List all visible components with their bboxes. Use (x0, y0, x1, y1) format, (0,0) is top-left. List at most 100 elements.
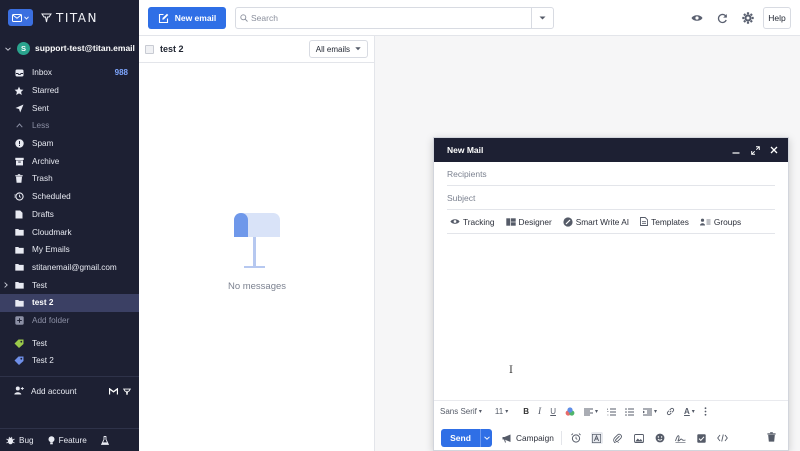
indent-icon[interactable]: ▾ (643, 408, 657, 416)
bug-label: Bug (19, 435, 34, 445)
sidebar-label-test[interactable]: Test (0, 334, 139, 352)
help-button[interactable]: Help (763, 7, 791, 29)
tracking-button[interactable]: Tracking (450, 217, 495, 227)
sidebar-item-test[interactable]: Test (0, 276, 139, 294)
color-palette-icon[interactable] (565, 407, 575, 416)
underline-icon[interactable]: U (550, 407, 556, 416)
alarm-clock-icon[interactable] (570, 432, 582, 444)
send-options-button[interactable] (480, 429, 492, 447)
bold-icon[interactable]: B (523, 407, 529, 416)
refresh-icon[interactable] (715, 11, 729, 25)
folder-label: Sent (32, 103, 49, 113)
sidebar-item-stitanemail[interactable]: stitanemail@gmail.com (0, 259, 139, 277)
folder-icon (14, 298, 24, 308)
sidebar-item-archive[interactable]: Archive (0, 152, 139, 170)
folder-label: Inbox (32, 68, 53, 78)
signature-font-icon[interactable] (590, 432, 603, 444)
sidebar-item-test-2[interactable]: test 2 (0, 293, 139, 312)
account-switcher[interactable]: S support-test@titan.email (0, 37, 139, 59)
close-icon[interactable] (769, 145, 779, 155)
caret-down-icon (355, 47, 361, 51)
send-button[interactable]: Send (441, 429, 480, 447)
smart-write-button[interactable]: Smart Write AI (563, 217, 629, 227)
align-icon[interactable]: ▾ (583, 408, 598, 416)
settings-gear-icon[interactable] (741, 11, 755, 25)
sidebar-item-my-emails[interactable]: My Emails (0, 241, 139, 259)
minimize-icon[interactable] (731, 145, 741, 155)
code-icon[interactable] (717, 432, 729, 444)
sidebar-item-spam[interactable]: Spam (0, 135, 139, 153)
chevron-down-icon (4, 44, 12, 53)
sidebar-item-drafts[interactable]: Drafts (0, 206, 139, 224)
folder-title: test 2 (160, 44, 184, 54)
bullet-list-icon[interactable] (625, 407, 634, 416)
checkbox-icon[interactable] (696, 432, 708, 444)
tool-label: Smart Write AI (575, 216, 630, 227)
chevron-right-icon[interactable] (4, 281, 8, 290)
sidebar-item-cloudmark[interactable]: Cloudmark (0, 223, 139, 241)
campaign-button[interactable]: Campaign (502, 433, 554, 443)
designer-button[interactable]: Designer (505, 216, 552, 227)
link-icon[interactable] (666, 407, 675, 416)
new-email-button[interactable]: New email (148, 7, 226, 29)
image-icon[interactable] (633, 432, 645, 444)
groups-button[interactable]: Groups (699, 217, 741, 227)
sidebar-item-inbox[interactable]: Inbox 988 (0, 64, 139, 82)
font-size-value: 11 (494, 407, 504, 416)
numbered-list-icon[interactable] (607, 408, 616, 416)
tag-icon (14, 338, 24, 348)
recipients-input[interactable] (447, 168, 775, 179)
attachment-icon[interactable] (612, 432, 624, 444)
report-bug-button[interactable]: Bug (6, 436, 34, 445)
sidebar: TITAN S support-test@titan.email Inbox 9… (0, 0, 139, 451)
add-account-button[interactable]: Add account (0, 383, 139, 401)
subject-input[interactable] (447, 192, 775, 203)
compose-header: New Mail (434, 138, 788, 162)
add-user-icon (14, 386, 24, 397)
email-filter-dropdown[interactable]: All emails (308, 40, 368, 58)
folder-label: Archive (32, 156, 60, 166)
eye-icon[interactable] (690, 11, 704, 25)
sidebar-header: TITAN (0, 0, 139, 35)
compose-footer: Send Campaign (434, 426, 788, 450)
compose-body[interactable]: I (434, 234, 788, 396)
eye-icon (450, 219, 460, 224)
sidebar-item-scheduled[interactable]: Scheduled (0, 188, 139, 206)
empty-state: No messages (139, 211, 375, 292)
plus-icon (14, 315, 24, 325)
logo-text: TITAN (56, 10, 98, 25)
discard-draft-icon[interactable] (767, 432, 776, 444)
top-bar: New email Help (139, 0, 800, 36)
expand-icon[interactable] (750, 145, 760, 155)
text-color-icon[interactable]: A ▾ (684, 407, 695, 416)
more-options-icon[interactable] (704, 407, 707, 416)
folder-label: Cloudmark (32, 227, 72, 237)
magic-pen-icon (563, 216, 573, 227)
sidebar-label-test-2[interactable]: Test 2 (0, 352, 139, 370)
labs-button[interactable] (100, 435, 109, 445)
sidebar-item-trash[interactable]: Trash (0, 170, 139, 188)
font-size-dropdown[interactable]: 11 ▾ (495, 407, 508, 416)
search-options-button[interactable] (531, 8, 553, 28)
select-all-checkbox[interactable] (145, 44, 154, 54)
italic-icon[interactable]: I (538, 407, 541, 417)
folder-label: Trash (32, 174, 53, 184)
feature-request-button[interactable]: Feature (48, 436, 87, 445)
sidebar-item-sent[interactable]: Sent (0, 99, 139, 117)
app-switcher-button[interactable] (8, 9, 33, 26)
font-family-dropdown[interactable]: Sans Serif ▾ (440, 407, 482, 416)
emoji-icon[interactable] (654, 432, 666, 444)
search-icon (236, 14, 251, 22)
empty-state-text: No messages (227, 281, 287, 292)
add-folder-button[interactable]: Add folder (0, 312, 139, 330)
sidebar-item-less[interactable]: Less (0, 117, 139, 135)
sidebar-item-starred[interactable]: Starred (0, 82, 139, 100)
account-email: support-test@titan.email (35, 43, 135, 53)
tool-label: Designer (518, 216, 552, 227)
chevron-up-icon (14, 121, 24, 131)
search-input[interactable] (251, 13, 531, 23)
folder-label: Spam (32, 139, 54, 149)
flask-icon (100, 435, 109, 445)
templates-button[interactable]: Templates (640, 217, 689, 227)
signature-icon[interactable] (675, 432, 687, 444)
